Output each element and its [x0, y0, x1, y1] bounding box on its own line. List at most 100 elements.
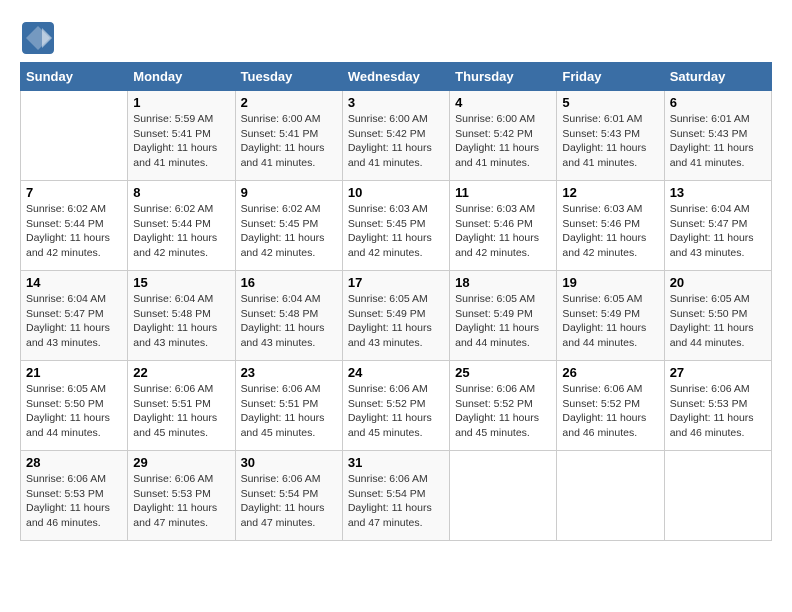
calendar-cell: 27 Sunrise: 6:06 AM Sunset: 5:53 PM Dayli… — [664, 361, 771, 451]
calendar-cell — [664, 451, 771, 541]
cell-content: Sunrise: 6:03 AM Sunset: 5:45 PM Dayligh… — [348, 202, 444, 261]
cell-content: Sunrise: 6:05 AM Sunset: 5:50 PM Dayligh… — [26, 382, 122, 441]
calendar-cell: 24 Sunrise: 6:06 AM Sunset: 5:52 PM Dayli… — [342, 361, 449, 451]
logo — [20, 20, 60, 56]
calendar-cell: 31Sunrise: 6:06 AM Sunset: 5:54 PM Dayli… — [342, 451, 449, 541]
calendar-week-row: 21 Sunrise: 6:05 AM Sunset: 5:50 PM Dayli… — [21, 361, 772, 451]
cell-content: Sunrise: 6:05 AM Sunset: 5:49 PM Dayligh… — [562, 292, 658, 351]
calendar-cell: 11 Sunrise: 6:03 AM Sunset: 5:46 PM Dayli… — [450, 181, 557, 271]
cell-content: Sunrise: 6:06 AM Sunset: 5:52 PM Dayligh… — [455, 382, 551, 441]
calendar-cell — [450, 451, 557, 541]
cell-content: Sunrise: 6:00 AM Sunset: 5:42 PM Dayligh… — [348, 112, 444, 171]
logo-icon — [20, 20, 56, 56]
cell-content: Sunrise: 6:06 AM Sunset: 5:53 PM Dayligh… — [133, 472, 229, 531]
cell-content: Sunrise: 6:01 AM Sunset: 5:43 PM Dayligh… — [562, 112, 658, 171]
page-header — [20, 20, 772, 56]
day-number: 3 — [348, 95, 444, 110]
day-number: 27 — [670, 365, 766, 380]
cell-content: Sunrise: 6:01 AM Sunset: 5:43 PM Dayligh… — [670, 112, 766, 171]
day-number: 20 — [670, 275, 766, 290]
cell-content: Sunrise: 6:05 AM Sunset: 5:49 PM Dayligh… — [348, 292, 444, 351]
day-number: 14 — [26, 275, 122, 290]
cell-content: Sunrise: 6:02 AM Sunset: 5:44 PM Dayligh… — [133, 202, 229, 261]
day-number: 23 — [241, 365, 337, 380]
calendar-header-row: SundayMondayTuesdayWednesdayThursdayFrid… — [21, 63, 772, 91]
day-number: 24 — [348, 365, 444, 380]
day-number: 6 — [670, 95, 766, 110]
day-of-week-header: Wednesday — [342, 63, 449, 91]
calendar-cell — [557, 451, 664, 541]
cell-content: Sunrise: 6:06 AM Sunset: 5:51 PM Dayligh… — [241, 382, 337, 441]
calendar-cell: 2Sunrise: 6:00 AM Sunset: 5:41 PM Daylig… — [235, 91, 342, 181]
calendar-cell: 12 Sunrise: 6:03 AM Sunset: 5:46 PM Dayli… — [557, 181, 664, 271]
day-number: 1 — [133, 95, 229, 110]
calendar-cell: 10 Sunrise: 6:03 AM Sunset: 5:45 PM Dayli… — [342, 181, 449, 271]
cell-content: Sunrise: 6:06 AM Sunset: 5:54 PM Dayligh… — [241, 472, 337, 531]
day-number: 15 — [133, 275, 229, 290]
cell-content: Sunrise: 6:02 AM Sunset: 5:45 PM Dayligh… — [241, 202, 337, 261]
calendar-cell: 21 Sunrise: 6:05 AM Sunset: 5:50 PM Dayli… — [21, 361, 128, 451]
day-number: 28 — [26, 455, 122, 470]
day-of-week-header: Friday — [557, 63, 664, 91]
cell-content: Sunrise: 6:06 AM Sunset: 5:53 PM Dayligh… — [26, 472, 122, 531]
day-number: 19 — [562, 275, 658, 290]
calendar-cell: 17 Sunrise: 6:05 AM Sunset: 5:49 PM Dayli… — [342, 271, 449, 361]
cell-content: Sunrise: 6:06 AM Sunset: 5:52 PM Dayligh… — [348, 382, 444, 441]
calendar-cell: 22Sunrise: 6:06 AM Sunset: 5:51 PM Dayli… — [128, 361, 235, 451]
cell-content: Sunrise: 6:05 AM Sunset: 5:49 PM Dayligh… — [455, 292, 551, 351]
day-number: 4 — [455, 95, 551, 110]
day-number: 2 — [241, 95, 337, 110]
calendar-cell: 3 Sunrise: 6:00 AM Sunset: 5:42 PM Daylig… — [342, 91, 449, 181]
cell-content: Sunrise: 6:03 AM Sunset: 5:46 PM Dayligh… — [455, 202, 551, 261]
day-of-week-header: Sunday — [21, 63, 128, 91]
day-number: 25 — [455, 365, 551, 380]
day-of-week-header: Thursday — [450, 63, 557, 91]
day-number: 18 — [455, 275, 551, 290]
cell-content: Sunrise: 6:04 AM Sunset: 5:48 PM Dayligh… — [241, 292, 337, 351]
calendar-cell: 6 Sunrise: 6:01 AM Sunset: 5:43 PM Daylig… — [664, 91, 771, 181]
cell-content: Sunrise: 6:06 AM Sunset: 5:51 PM Dayligh… — [133, 382, 229, 441]
day-number: 26 — [562, 365, 658, 380]
day-of-week-header: Saturday — [664, 63, 771, 91]
calendar-cell: 29Sunrise: 6:06 AM Sunset: 5:53 PM Dayli… — [128, 451, 235, 541]
calendar-table: SundayMondayTuesdayWednesdayThursdayFrid… — [20, 62, 772, 541]
day-number: 7 — [26, 185, 122, 200]
calendar-cell: 20Sunrise: 6:05 AM Sunset: 5:50 PM Dayli… — [664, 271, 771, 361]
day-number: 11 — [455, 185, 551, 200]
cell-content: Sunrise: 6:02 AM Sunset: 5:44 PM Dayligh… — [26, 202, 122, 261]
cell-content: Sunrise: 6:04 AM Sunset: 5:47 PM Dayligh… — [26, 292, 122, 351]
day-number: 30 — [241, 455, 337, 470]
calendar-cell: 30 Sunrise: 6:06 AM Sunset: 5:54 PM Dayli… — [235, 451, 342, 541]
day-of-week-header: Monday — [128, 63, 235, 91]
cell-content: Sunrise: 6:00 AM Sunset: 5:42 PM Dayligh… — [455, 112, 551, 171]
day-number: 5 — [562, 95, 658, 110]
day-number: 21 — [26, 365, 122, 380]
calendar-cell: 23 Sunrise: 6:06 AM Sunset: 5:51 PM Dayli… — [235, 361, 342, 451]
cell-content: Sunrise: 6:06 AM Sunset: 5:54 PM Dayligh… — [348, 472, 444, 531]
cell-content: Sunrise: 6:06 AM Sunset: 5:53 PM Dayligh… — [670, 382, 766, 441]
day-number: 10 — [348, 185, 444, 200]
calendar-week-row: 7 Sunrise: 6:02 AM Sunset: 5:44 PM Daylig… — [21, 181, 772, 271]
calendar-cell: 1Sunrise: 5:59 AM Sunset: 5:41 PM Daylig… — [128, 91, 235, 181]
cell-content: Sunrise: 6:03 AM Sunset: 5:46 PM Dayligh… — [562, 202, 658, 261]
calendar-week-row: 28 Sunrise: 6:06 AM Sunset: 5:53 PM Dayli… — [21, 451, 772, 541]
calendar-cell: 16 Sunrise: 6:04 AM Sunset: 5:48 PM Dayli… — [235, 271, 342, 361]
calendar-cell: 18 Sunrise: 6:05 AM Sunset: 5:49 PM Dayli… — [450, 271, 557, 361]
day-number: 17 — [348, 275, 444, 290]
calendar-cell: 26Sunrise: 6:06 AM Sunset: 5:52 PM Dayli… — [557, 361, 664, 451]
day-number: 16 — [241, 275, 337, 290]
day-number: 12 — [562, 185, 658, 200]
calendar-cell: 8Sunrise: 6:02 AM Sunset: 5:44 PM Daylig… — [128, 181, 235, 271]
day-of-week-header: Tuesday — [235, 63, 342, 91]
calendar-cell: 5 Sunrise: 6:01 AM Sunset: 5:43 PM Daylig… — [557, 91, 664, 181]
day-number: 13 — [670, 185, 766, 200]
day-number: 9 — [241, 185, 337, 200]
calendar-week-row: 14 Sunrise: 6:04 AM Sunset: 5:47 PM Dayli… — [21, 271, 772, 361]
calendar-cell: 28 Sunrise: 6:06 AM Sunset: 5:53 PM Dayli… — [21, 451, 128, 541]
calendar-cell: 4 Sunrise: 6:00 AM Sunset: 5:42 PM Daylig… — [450, 91, 557, 181]
calendar-cell: 15Sunrise: 6:04 AM Sunset: 5:48 PM Dayli… — [128, 271, 235, 361]
calendar-cell: 19 Sunrise: 6:05 AM Sunset: 5:49 PM Dayli… — [557, 271, 664, 361]
calendar-cell — [21, 91, 128, 181]
calendar-cell: 25 Sunrise: 6:06 AM Sunset: 5:52 PM Dayli… — [450, 361, 557, 451]
cell-content: Sunrise: 6:04 AM Sunset: 5:47 PM Dayligh… — [670, 202, 766, 261]
